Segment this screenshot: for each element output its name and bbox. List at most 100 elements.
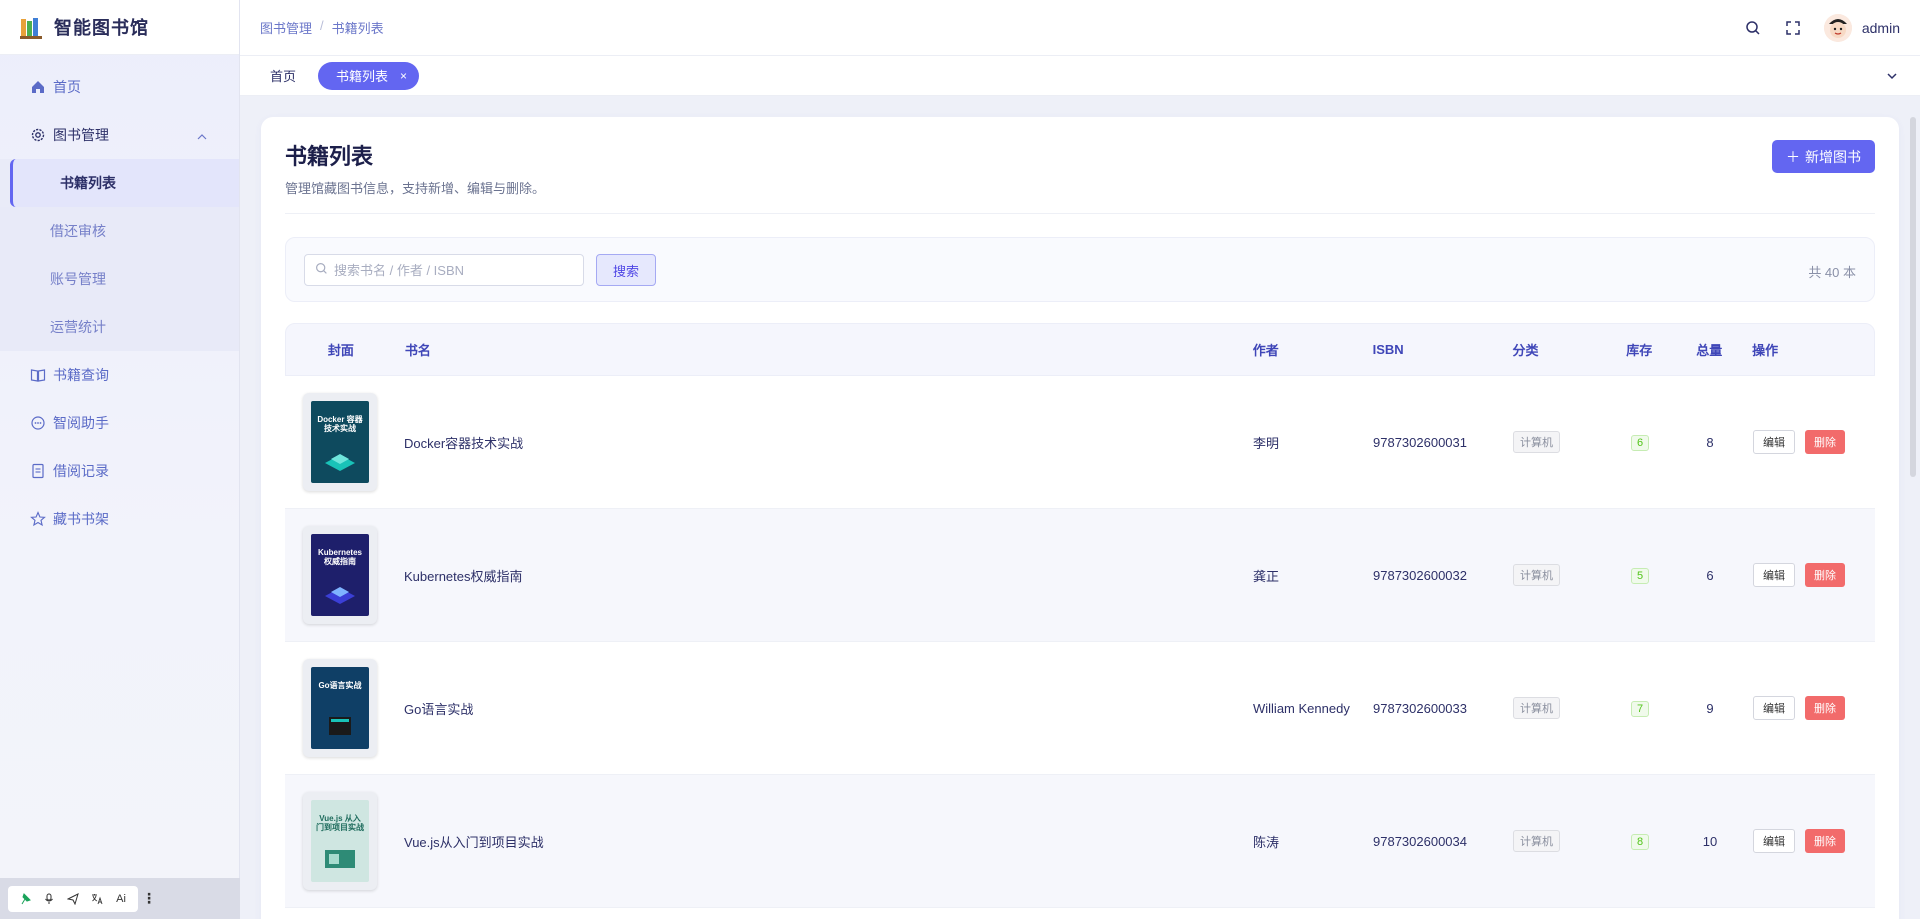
send-icon[interactable] bbox=[64, 892, 82, 905]
search-input[interactable] bbox=[334, 262, 564, 278]
delete-button[interactable]: 删除 bbox=[1805, 829, 1845, 853]
row-actions: 编辑 删除 bbox=[1745, 430, 1875, 454]
book-total: 6 bbox=[1706, 567, 1714, 583]
sidebar-item-book-management[interactable]: 图书管理 bbox=[0, 111, 239, 159]
stock-badge: 8 bbox=[1630, 833, 1650, 850]
avatar[interactable] bbox=[1823, 14, 1852, 42]
category-tag: 计算机 bbox=[1513, 697, 1560, 719]
column-header-total: 总量 bbox=[1696, 343, 1723, 358]
category-tag: 计算机 bbox=[1513, 564, 1560, 586]
tab-home[interactable]: 首页 bbox=[260, 62, 306, 90]
table-row: Docker 容器技术实战 Docker容器技术实战 李明 9787302600… bbox=[285, 376, 1875, 509]
sidebar-item-book-search[interactable]: 书籍查询 bbox=[0, 351, 239, 399]
top-header: 图书管理 / 书籍列表 admin bbox=[240, 0, 1920, 56]
delete-button[interactable]: 删除 bbox=[1805, 563, 1845, 587]
book-cover-image: Go语言实战 bbox=[311, 667, 369, 749]
column-header-cover: 封面 bbox=[327, 343, 354, 358]
divider bbox=[285, 213, 1875, 214]
book-isbn: 9787302600034 bbox=[1373, 833, 1467, 849]
book-title: Go语言实战 bbox=[404, 701, 474, 717]
book-cover[interactable]: Vue.js 从入门到项目实战 bbox=[303, 792, 377, 890]
search-field[interactable] bbox=[304, 254, 584, 286]
tab-book-list[interactable]: 书籍列表 × bbox=[318, 61, 420, 90]
delete-button[interactable]: 删除 bbox=[1805, 430, 1845, 454]
book-cover-image: Kubernetes 权威指南 bbox=[311, 534, 369, 616]
book-title: Vue.js从入门到项目实战 bbox=[404, 834, 544, 850]
column-header-stock: 库存 bbox=[1626, 343, 1653, 358]
stock-badge: 7 bbox=[1630, 700, 1650, 717]
header-actions: admin bbox=[1744, 0, 1900, 56]
book-cover[interactable]: Docker 容器技术实战 bbox=[303, 393, 377, 491]
sidebar-item-borrow-records[interactable]: 借阅记录 bbox=[0, 447, 239, 495]
sidebar-item-account-management[interactable]: 账号管理 bbox=[0, 255, 239, 303]
sidebar-item-home[interactable]: 首页 bbox=[0, 63, 239, 111]
fullscreen-icon[interactable] bbox=[1784, 19, 1802, 37]
cover-cell: Go语言实战 bbox=[285, 659, 395, 757]
app-logo[interactable]: 智能图书馆 bbox=[0, 0, 239, 55]
book-cover-text: Kubernetes 权威指南 bbox=[317, 548, 362, 566]
cover-cell: Kubernetes 权威指南 bbox=[285, 526, 395, 624]
book-total: 9 bbox=[1706, 700, 1714, 716]
edit-button[interactable]: 编辑 bbox=[1753, 563, 1795, 587]
page-title: 书籍列表 bbox=[285, 144, 374, 169]
book-author: 龚正 bbox=[1253, 568, 1280, 584]
sidebar-item-borrow-review[interactable]: 借还审核 bbox=[0, 207, 239, 255]
mic-icon[interactable] bbox=[40, 893, 58, 905]
drag-handle-icon[interactable]: ⋮ bbox=[142, 890, 156, 907]
book-isbn: 9787302600033 bbox=[1373, 700, 1467, 716]
stock-badge: 5 bbox=[1630, 567, 1650, 584]
table-row: Go语言实战 Go语言实战 William Kennedy 9787302600… bbox=[285, 642, 1875, 775]
book-isbn: 9787302600031 bbox=[1373, 434, 1467, 450]
book-total: 8 bbox=[1706, 434, 1714, 450]
page-scrollbar[interactable] bbox=[1910, 117, 1916, 477]
edit-button[interactable]: 编辑 bbox=[1753, 430, 1795, 454]
pin-icon[interactable] bbox=[16, 892, 34, 905]
delete-button[interactable]: 删除 bbox=[1805, 696, 1845, 720]
tabs-bar: 首页 书籍列表 × bbox=[240, 56, 1920, 96]
floating-toolbar: Ai ⋮ bbox=[0, 878, 240, 919]
chevron-down-icon[interactable] bbox=[1884, 68, 1900, 84]
book-cover-image: Vue.js 从入门到项目实战 bbox=[311, 800, 369, 882]
star-icon bbox=[30, 511, 46, 527]
sidebar-item-label: 书籍查询 bbox=[53, 367, 109, 383]
search-icon bbox=[315, 262, 328, 278]
book-cover[interactable]: Kubernetes 权威指南 bbox=[303, 526, 377, 624]
book-cover[interactable]: Go语言实战 bbox=[303, 659, 377, 757]
sidebar-item-label: 智阅助手 bbox=[53, 415, 109, 431]
sidebar-item-reading-assistant[interactable]: 智阅助手 bbox=[0, 399, 239, 447]
sidebar-item-book-list[interactable]: 书籍列表 bbox=[10, 159, 239, 207]
breadcrumb-item-book-list: 书籍列表 bbox=[331, 21, 384, 36]
toolbar-buttons: Ai bbox=[8, 885, 138, 912]
plus-icon: ＋ bbox=[1786, 148, 1800, 165]
sidebar: 智能图书馆 首页 图书管理 书籍列表 借还审核 账号管理 运营统计 书籍查询 智… bbox=[0, 0, 240, 919]
book-isbn: 9787302600032 bbox=[1373, 567, 1467, 583]
column-header-title: 书名 bbox=[404, 343, 431, 358]
ai-icon[interactable]: Ai bbox=[112, 893, 130, 905]
cover-cell: Docker 容器技术实战 bbox=[285, 393, 395, 491]
translate-icon[interactable] bbox=[88, 893, 106, 905]
tab-label: 首页 bbox=[270, 69, 297, 84]
close-icon[interactable]: × bbox=[400, 69, 407, 83]
table-header: 封面 书名 作者 ISBN 分类 库存 总量 操作 bbox=[285, 323, 1875, 376]
username[interactable]: admin bbox=[1862, 20, 1900, 36]
book-author: William Kennedy bbox=[1253, 700, 1350, 716]
sidebar-item-bookshelf[interactable]: 藏书书架 bbox=[0, 495, 239, 543]
main-card: 书籍列表 管理馆藏图书信息，支持新增、编辑与删除。 ＋ 新增图书 搜索 共 40… bbox=[261, 117, 1899, 919]
tab-label: 书籍列表 bbox=[336, 69, 389, 84]
breadcrumb-item-book-management[interactable]: 图书管理 bbox=[260, 18, 312, 37]
sidebar-item-label: 账号管理 bbox=[50, 271, 106, 287]
column-header-author: 作者 bbox=[1252, 343, 1279, 358]
row-actions: 编辑 删除 bbox=[1745, 696, 1875, 720]
home-icon bbox=[30, 79, 46, 95]
chevron-up-icon bbox=[197, 129, 207, 140]
edit-button[interactable]: 编辑 bbox=[1753, 829, 1795, 853]
edit-button[interactable]: 编辑 bbox=[1753, 696, 1795, 720]
submenu-book-management: 书籍列表 借还审核 账号管理 运营统计 bbox=[0, 159, 239, 351]
book-title: Kubernetes权威指南 bbox=[404, 568, 523, 584]
add-book-button[interactable]: ＋ 新增图书 bbox=[1772, 140, 1875, 173]
library-logo-icon bbox=[18, 15, 42, 39]
search-button[interactable]: 搜索 bbox=[596, 254, 656, 286]
book-cover-text: Vue.js 从入门到项目实战 bbox=[316, 814, 364, 832]
sidebar-item-operations-stats[interactable]: 运营统计 bbox=[0, 303, 239, 351]
search-icon[interactable] bbox=[1744, 19, 1762, 37]
